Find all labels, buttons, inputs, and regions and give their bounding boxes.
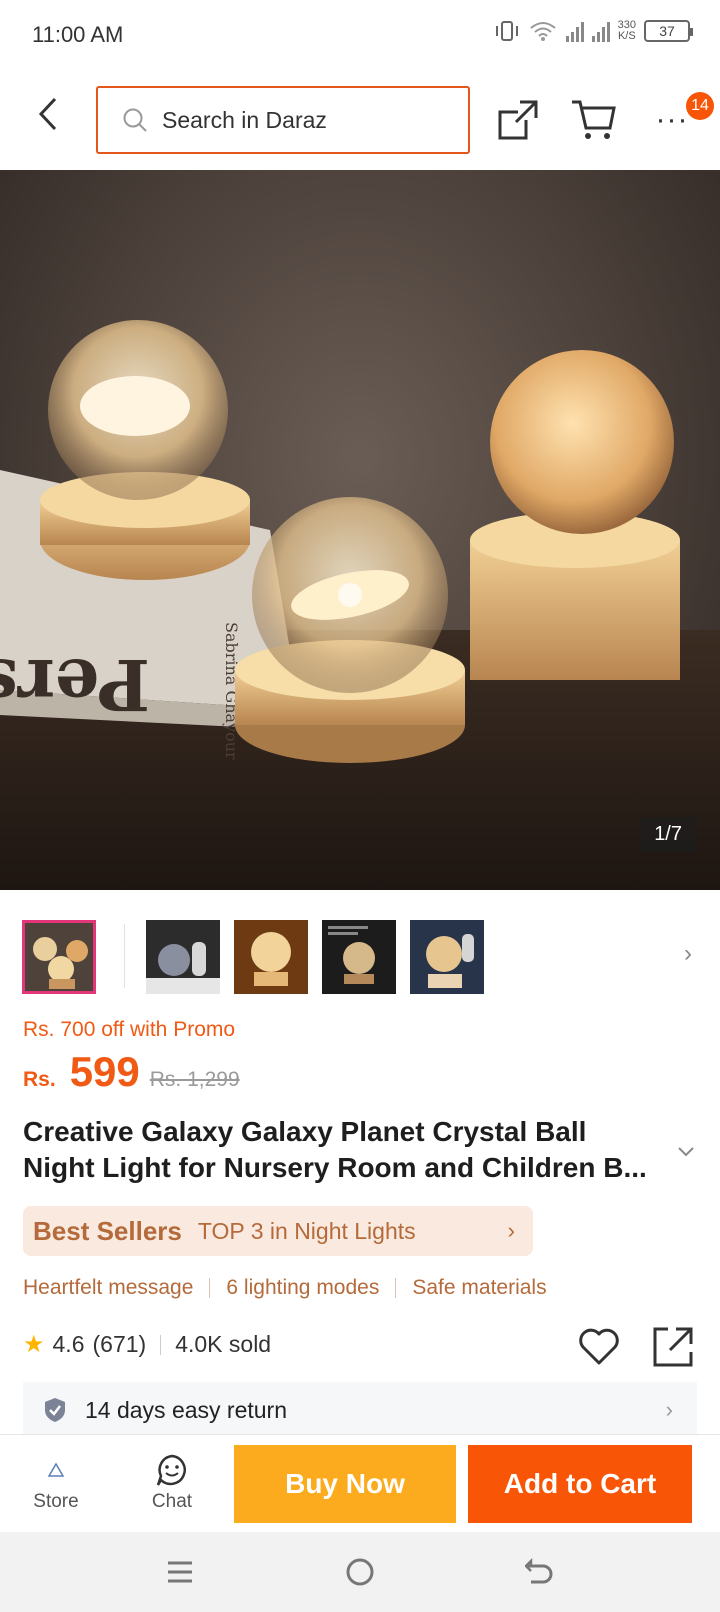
search-icon <box>123 108 147 132</box>
more-icon: ··· <box>655 103 689 136</box>
feature-tag: Heartfelt message <box>23 1276 194 1299</box>
original-price: Rs. 1,299 <box>149 1068 240 1091</box>
share-icon <box>498 100 538 140</box>
signal-icon-2 <box>591 20 610 42</box>
chevron-right-icon[interactable]: › <box>684 940 692 968</box>
chevron-right-icon: › <box>507 1218 515 1243</box>
thumbnail-5[interactable] <box>410 920 484 994</box>
best-sellers-rank: TOP 3 in Night Lights <box>197 1217 416 1244</box>
best-sellers-banner[interactable]: Best Sellers TOP 3 in Night Lights › <box>23 1206 533 1256</box>
system-navigation-bar <box>0 1532 720 1612</box>
thumbnail-strip: › <box>0 918 720 998</box>
best-sellers-label: Best Sellers <box>33 1215 182 1246</box>
returns-row[interactable]: 14 days easy return › <box>23 1382 697 1438</box>
sold-count: 4.0K sold <box>175 1331 272 1357</box>
recents-button[interactable] <box>160 1554 200 1590</box>
store-button[interactable]: Store <box>16 1453 96 1513</box>
wishlist-button[interactable] <box>578 1326 620 1368</box>
rating-score: 4.6 <box>52 1331 85 1357</box>
app-header: Search in Daraz ··· 14 <box>0 72 720 170</box>
thumbnail-3[interactable] <box>234 920 308 994</box>
product-photo: Pers Sabrina Ghayour <box>0 320 720 890</box>
vibrate-icon <box>495 21 518 41</box>
home-button[interactable] <box>340 1554 380 1590</box>
share-button[interactable] <box>496 98 540 142</box>
store-logo-icon <box>47 1462 65 1477</box>
buy-now-button[interactable]: Buy Now <box>234 1445 456 1523</box>
thumbnail-4[interactable] <box>322 920 396 994</box>
net-speed: 330 K/S <box>617 19 636 42</box>
feature-tags: Heartfelt message 6 lighting modes Safe … <box>23 1276 547 1300</box>
share-product-button[interactable] <box>652 1326 694 1368</box>
expand-title-button[interactable] <box>678 1140 694 1163</box>
bottom-action-bar: Store Chat Buy Now Add to Cart <box>0 1434 720 1530</box>
image-counter: 1/7 <box>640 817 696 852</box>
price-row: Rs. 599 Rs. 1,299 <box>23 1048 240 1096</box>
chat-button[interactable]: Chat <box>132 1453 212 1513</box>
rating-row[interactable]: ★ 4.6 (671) 4.0K sold <box>23 1330 271 1359</box>
back-arrow-icon <box>525 1558 553 1584</box>
search-placeholder: Search in Daraz <box>162 106 327 133</box>
share-icon <box>653 1327 693 1367</box>
home-circle-icon <box>346 1558 374 1586</box>
heart-icon <box>579 1328 619 1365</box>
back-button[interactable] <box>28 92 68 136</box>
chevron-down-icon <box>678 1147 694 1157</box>
status-bar: 11:00 AM 330 K/S 37 <box>0 0 720 72</box>
store-label: Store <box>33 1491 79 1512</box>
cart-icon <box>572 100 616 139</box>
star-icon: ★ <box>23 1331 45 1358</box>
returns-label: 14 days easy return <box>85 1396 288 1423</box>
status-icons: 330 K/S 37 <box>494 19 693 42</box>
menu-icon <box>168 1561 192 1583</box>
divider <box>160 1334 162 1355</box>
promo-text: Rs. 700 off with Promo <box>23 1018 236 1041</box>
search-input[interactable]: Search in Daraz <box>96 86 470 154</box>
add-to-cart-button[interactable]: Add to Cart <box>468 1445 692 1523</box>
battery-icon: 37 <box>644 20 693 42</box>
chevron-right-icon: › <box>665 1397 673 1422</box>
currency-label: Rs. <box>23 1068 56 1091</box>
signal-icon <box>565 20 584 42</box>
chat-icon <box>156 1454 186 1486</box>
feature-tag: Safe materials <box>412 1276 547 1299</box>
wifi-icon <box>530 22 556 41</box>
feature-tag: 6 lighting modes <box>226 1276 380 1299</box>
cart-button[interactable] <box>570 98 618 142</box>
cart-badge: 14 <box>686 92 714 120</box>
shield-icon <box>45 1398 65 1422</box>
product-image[interactable]: Pers Sabrina Ghayour 1/7 <box>0 170 720 890</box>
thumbnail-divider <box>124 924 125 988</box>
divider <box>395 1278 397 1298</box>
thumbnail-2[interactable] <box>146 920 220 994</box>
rating-count: (671) <box>92 1331 147 1357</box>
chat-label: Chat <box>151 1491 193 1512</box>
status-time: 11:00 AM <box>32 22 124 47</box>
chevron-left-icon <box>38 97 57 131</box>
product-title: Creative Galaxy Galaxy Planet Crystal Ba… <box>23 1116 647 1183</box>
divider <box>209 1278 211 1298</box>
thumbnail-1[interactable] <box>22 920 96 994</box>
current-price: 599 <box>69 1048 140 1095</box>
back-nav-button[interactable] <box>520 1554 560 1590</box>
book-title: Pers <box>0 643 150 726</box>
